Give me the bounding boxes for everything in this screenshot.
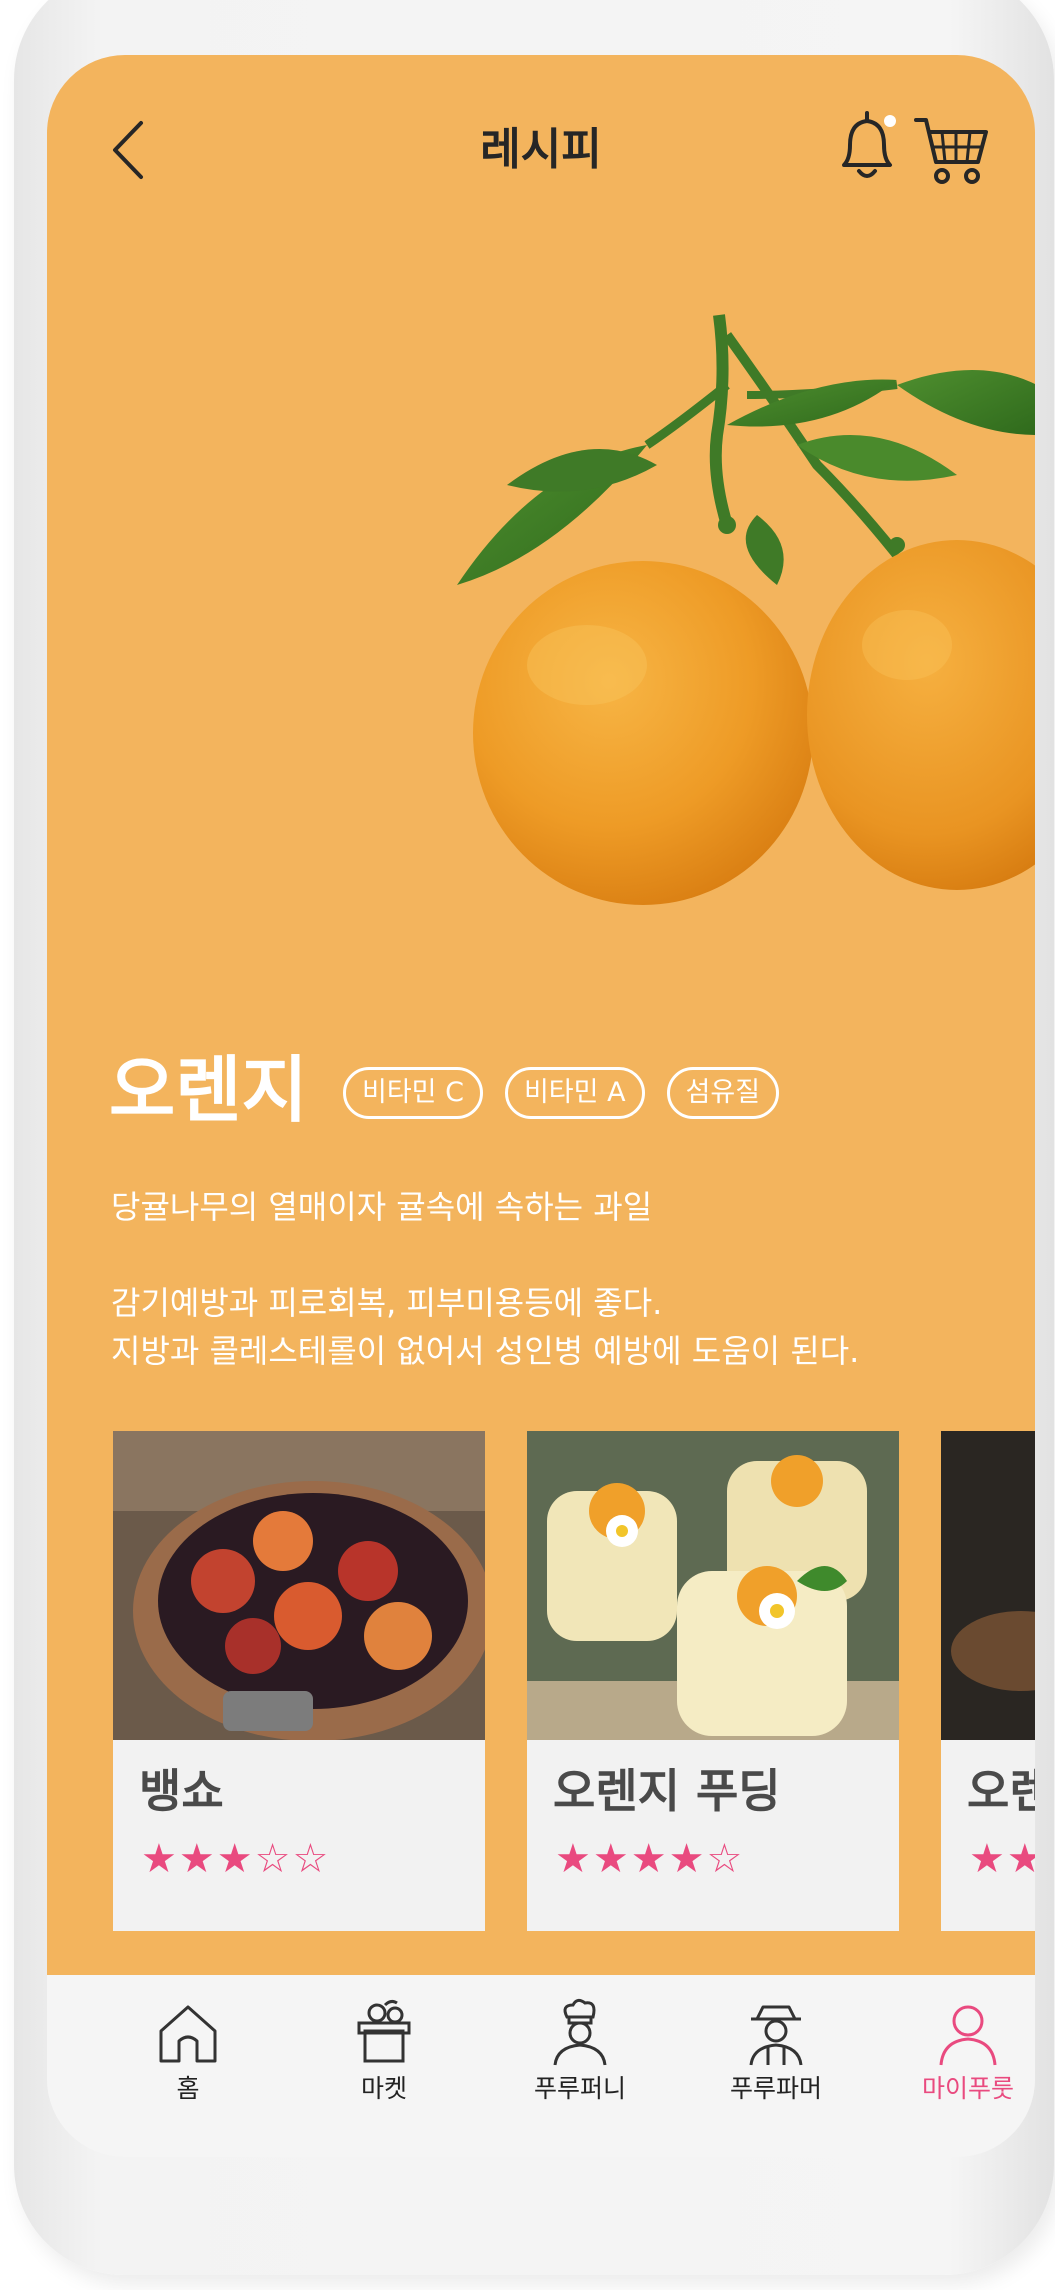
orange-pudding-photo [527,1431,899,1740]
orange-hero-image [457,314,1035,905]
nav-item-market[interactable]: 마켓 [309,1997,459,2105]
nutrient-tag[interactable]: 섬유질 [666,1067,780,1119]
fruit-name: 오렌지 [109,1048,308,1132]
rating-stars: ★★★★☆ [555,1836,745,1882]
rating-stars: ★★ [969,1836,1035,1882]
nav-label: 홈 [176,2074,200,2103]
farmer-icon [749,2005,803,2066]
recipe-card[interactable]: 오렌지 푸딩 ★★★★☆ [527,1431,899,1931]
recipe-card-list[interactable]: 뱅쇼 ★★★☆☆ 오렌지 푸딩 ★★★★☆ 오렌 ★★ [113,1431,1035,1931]
description-line: 감기예방과 피로회복, 피부미용등에 좋다. [111,1284,663,1322]
market-basket-icon [357,1999,411,2063]
recipe-name: 뱅쇼 [139,1764,224,1818]
nutrient-tag[interactable]: 비타민 C [343,1067,483,1119]
recipe-name: 오렌 [967,1764,1035,1818]
chef-icon [553,1998,607,2066]
nutrient-tags: 비타민 C 비타민 A 섬유질 [343,1067,780,1119]
recipe-card[interactable]: 오렌 ★★ [941,1431,1035,1931]
nav-item-prupamer[interactable]: 푸루파머 [701,1997,851,2105]
nav-label: 마이푸룻 [921,2074,1014,2103]
recipe-photo [941,1431,1035,1740]
recipe-card[interactable]: 뱅쇼 ★★★☆☆ [113,1431,485,1931]
mulled-wine-photo [113,1431,485,1740]
recipe-name: 오렌지 푸딩 [553,1764,781,1818]
nav-label: 마켓 [360,2074,407,2103]
notification-dot [884,115,896,127]
phone-screen-bezel: 레시피 오렌지 비타민 C 비타민 A 섬유질 당귤나무의 열매이자 귤속에 속… [47,55,1035,2157]
recipe-screen: 레시피 오렌지 비타민 C 비타민 A 섬유질 당귤나무의 열매이자 귤속에 속… [47,55,1035,1975]
cart-button[interactable] [912,110,992,190]
fruit-description: 당귤나무의 열매이자 귤속에 속하는 과일 감기예방과 피로회복, 피부미용등에… [111,1183,1011,1375]
description-line: 당귤나무의 열매이자 귤속에 속하는 과일 [111,1188,653,1226]
phone-frame: 레시피 오렌지 비타민 C 비타민 A 섬유질 당귤나무의 열매이자 귤속에 속… [14,0,1054,2275]
bottom-navigation: 홈 마켓 푸루퍼니 푸루파머 마이푸룻 [47,1975,1035,2157]
profile-icon [939,2005,997,2066]
bell-icon [842,111,896,178]
nav-item-myfruit[interactable]: 마이푸룻 [893,1997,1035,2105]
notification-button[interactable] [832,107,902,187]
rating-stars: ★★★☆☆ [141,1836,331,1882]
nav-item-home[interactable]: 홈 [113,1997,263,2105]
description-line: 지방과 콜레스테롤이 없어서 성인병 예방에 도움이 된다. [111,1332,860,1370]
cart-icon [914,118,988,184]
home-icon [159,2005,217,2063]
nav-label: 푸루퍼니 [533,2074,626,2103]
nav-label: 푸루파머 [729,2074,822,2103]
nav-item-prupuni[interactable]: 푸루퍼니 [505,1997,655,2105]
nutrient-tag[interactable]: 비타민 A [504,1067,645,1119]
